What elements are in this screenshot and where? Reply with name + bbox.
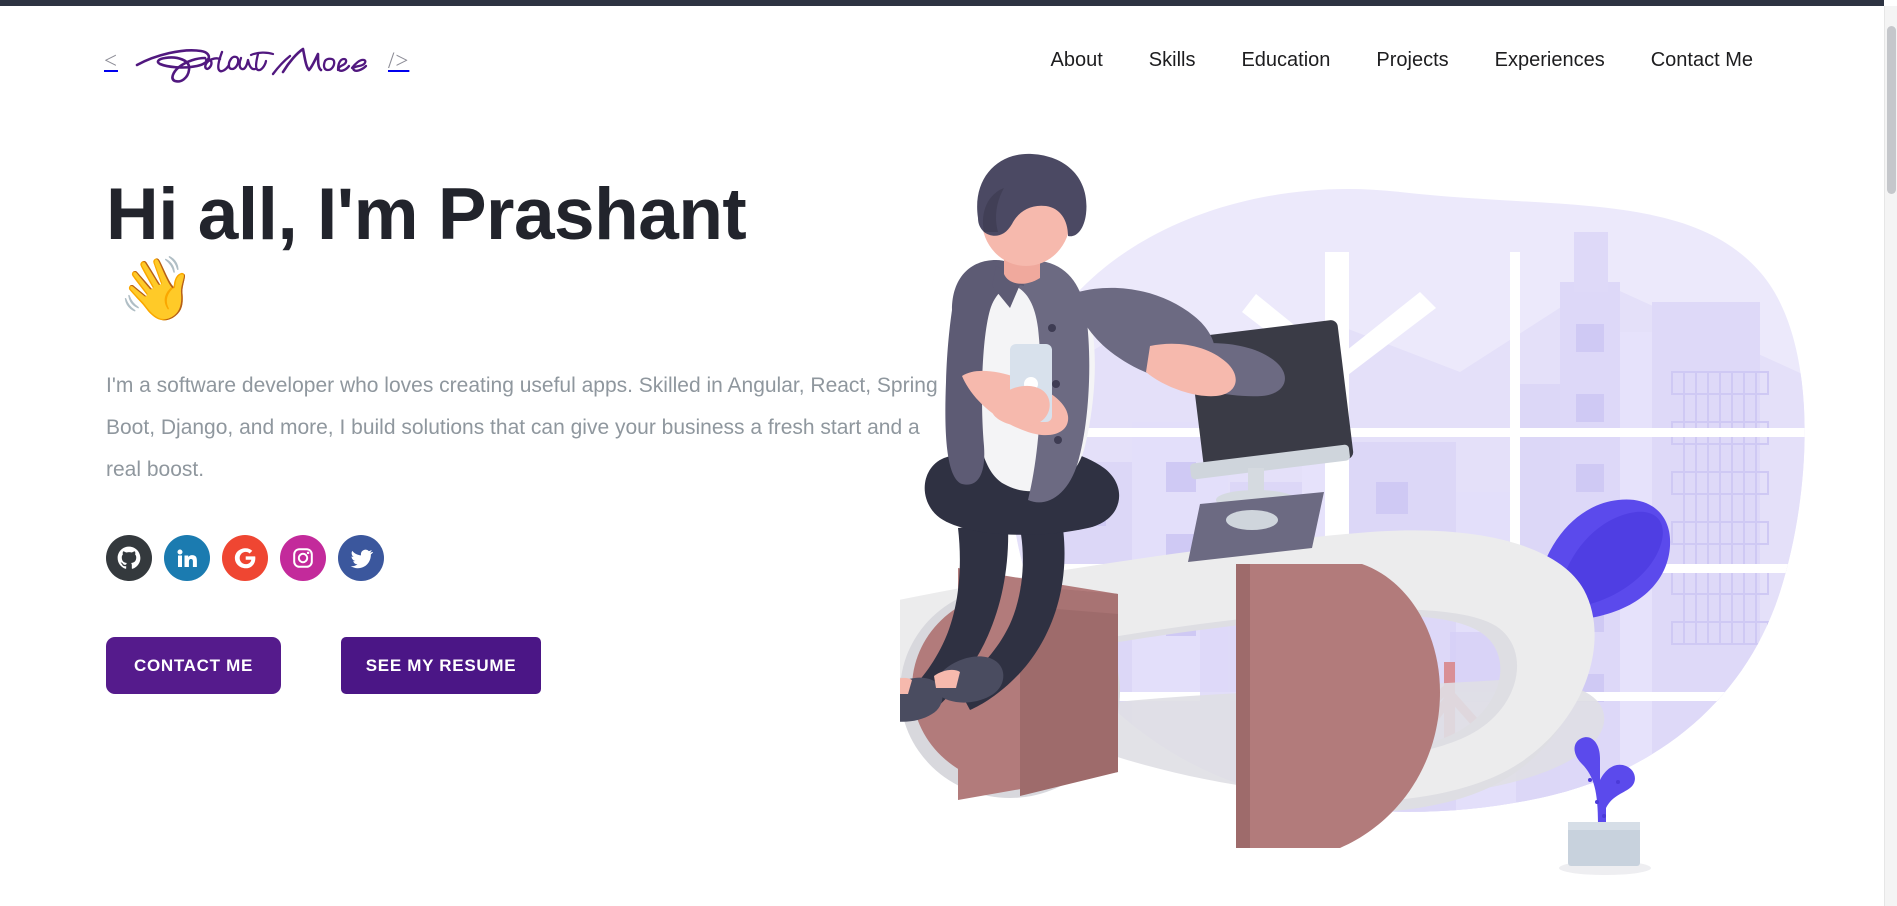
page-canvas: < /> About Skills Education Projects Exp…: [0, 6, 1884, 906]
main-navigation: About Skills Education Projects Experien…: [1028, 41, 1776, 80]
scrollbar-thumb[interactable]: [1887, 26, 1896, 194]
hero-section: Hi all, I'm Prashant 👋 I'm a software de…: [0, 114, 1884, 906]
github-icon[interactable]: [106, 535, 152, 582]
developer-at-desk-illustration: [900, 132, 1820, 892]
signature-logo-mark: [127, 34, 379, 86]
browser-top-strip: [0, 0, 1884, 6]
nav-link-skills[interactable]: Skills: [1126, 41, 1219, 80]
vertical-scrollbar[interactable]: [1884, 6, 1897, 906]
nav-link-education[interactable]: Education: [1218, 41, 1353, 80]
nav-link-about[interactable]: About: [1028, 41, 1126, 80]
nav-link-contact-me[interactable]: Contact Me: [1628, 41, 1776, 80]
nav-link-experiences[interactable]: Experiences: [1472, 41, 1628, 80]
social-links-row: [106, 535, 966, 582]
hero-text-block: Hi all, I'm Prashant 👋 I'm a software de…: [106, 174, 966, 695]
waving-hand-icon: 👋: [118, 255, 196, 325]
site-header: < /> About Skills Education Projects Exp…: [0, 6, 1884, 114]
linkedin-icon[interactable]: [164, 535, 210, 582]
brand-logo[interactable]: < />: [104, 30, 409, 90]
instagram-icon[interactable]: [280, 535, 326, 582]
see-my-resume-button[interactable]: SEE MY RESUME: [341, 637, 541, 695]
hero-paragraph: I'm a software developer who loves creat…: [106, 374, 938, 482]
logo-open-bracket: <: [104, 47, 118, 73]
google-icon[interactable]: [222, 535, 268, 582]
nav-link-projects[interactable]: Projects: [1353, 41, 1471, 80]
logo-close-bracket: />: [387, 47, 410, 73]
contact-me-button[interactable]: CONTACT ME: [106, 637, 281, 695]
hero-title: Hi all, I'm Prashant: [106, 174, 747, 255]
cta-button-row: CONTACT ME SEE MY RESUME: [106, 637, 966, 695]
twitter-icon[interactable]: [338, 535, 384, 582]
